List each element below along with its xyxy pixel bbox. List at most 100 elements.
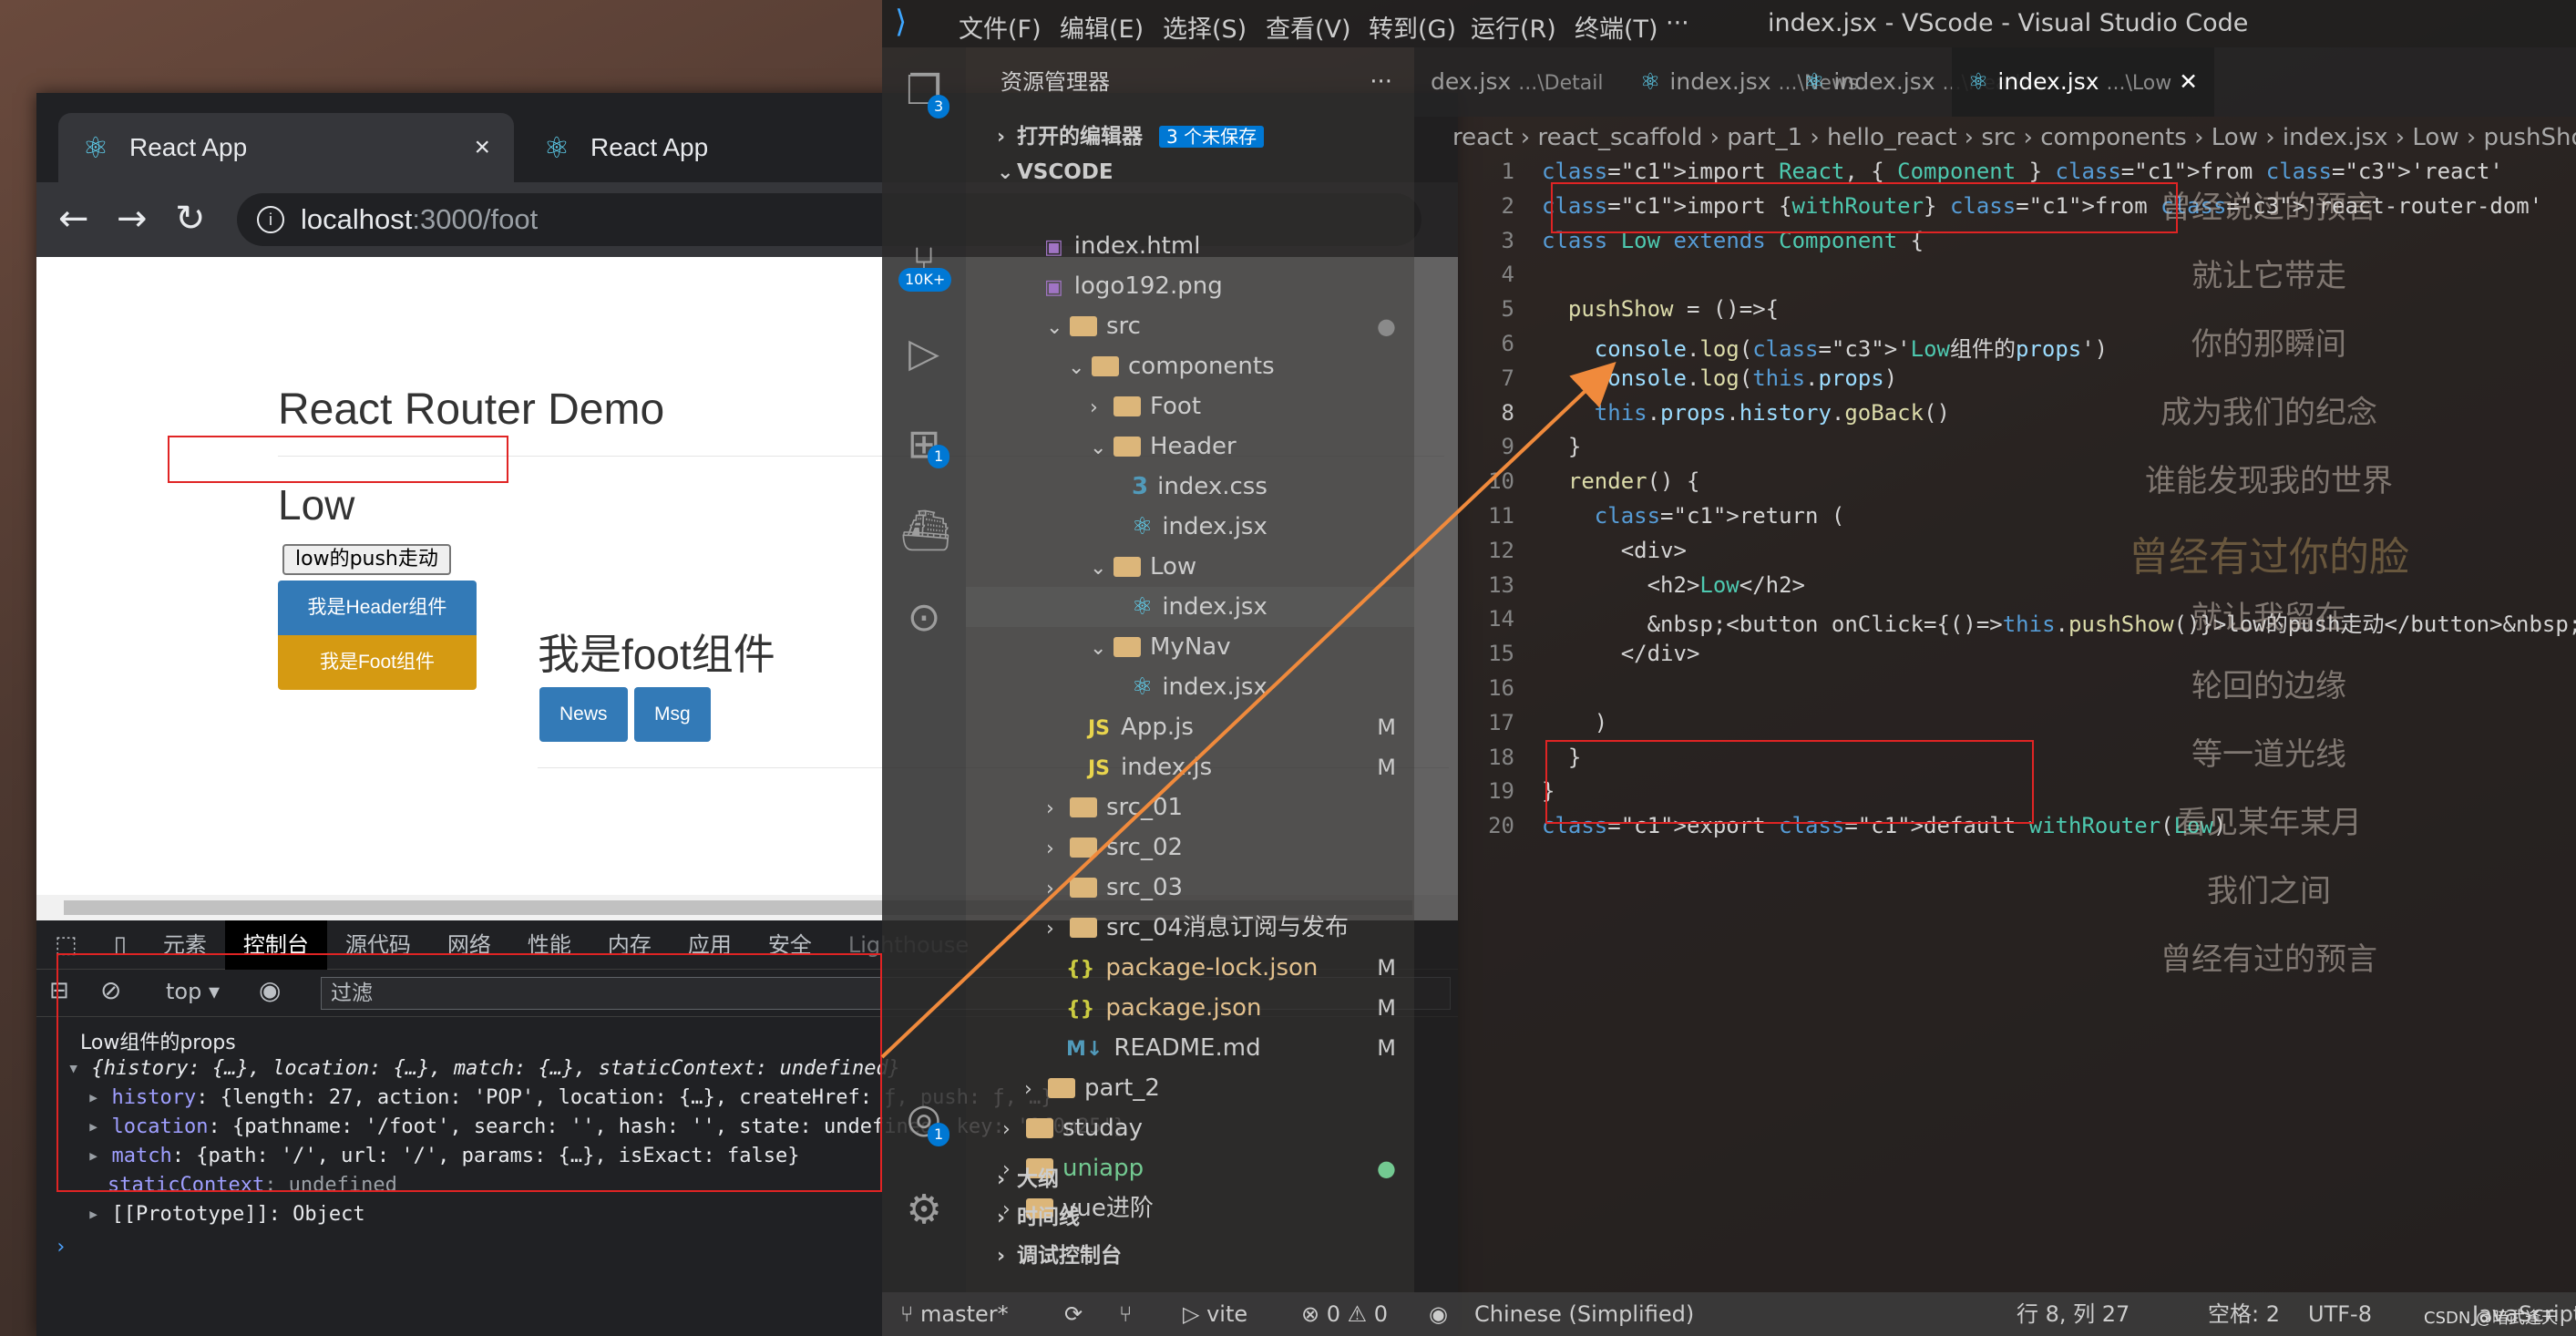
tree-file[interactable]: ⚛ index.jsx [966, 587, 1414, 627]
news-button[interactable]: News [539, 687, 628, 742]
more-actions-icon[interactable]: ··· [1370, 47, 1392, 117]
nav-item-header[interactable]: 我是Header组件 [278, 581, 477, 635]
tree-folder[interactable]: › studay [966, 1108, 1414, 1148]
modified-mark: M [1377, 755, 1396, 780]
tree-folder[interactable]: › src_04消息订阅与发布 [966, 908, 1414, 948]
tree-folder[interactable]: › src_01 [966, 787, 1414, 827]
nav-item-foot[interactable]: 我是Foot组件 [278, 635, 477, 690]
site-info-icon[interactable]: i [257, 206, 284, 233]
reload-icon[interactable]: ↻ [175, 199, 206, 239]
folder-icon [1070, 878, 1097, 898]
forward-icon[interactable]: → [117, 199, 148, 239]
code-line[interactable]: <h2>Low</h2> [1542, 572, 1805, 598]
tree-file[interactable]: ⚛ index.jsx [966, 507, 1414, 547]
editor-tab[interactable]: ⚛ index.jsx ...\Low ✕ [1952, 47, 2215, 117]
tree-item-label: index.css [1157, 473, 1267, 500]
tree-folder[interactable]: ⌄ Header [966, 426, 1414, 467]
menu-run[interactable]: 运行(R) [1471, 9, 1556, 45]
lyric-line: 我们之间 [2207, 873, 2331, 910]
code-line[interactable]: <div> [1542, 538, 1687, 563]
tree-file[interactable]: JS index.js M [966, 747, 1414, 787]
file-icon: ▣ [1044, 236, 1063, 259]
lyric-line: 曾经有过的预言 [2160, 941, 2377, 978]
code-line[interactable]: pushShow = ()=>{ [1542, 296, 1779, 322]
menu-more[interactable]: ··· [1666, 9, 1689, 37]
tree-file[interactable]: {} package.json M [966, 988, 1414, 1028]
lyric-line: 等一道光线 [2191, 736, 2346, 773]
vscode-titlebar: ⟩ 文件(F) 编辑(E) 选择(S) 查看(V) 转到(G) 运行(R) 终端… [882, 0, 2576, 47]
tree-folder[interactable]: ⌄ Low [966, 547, 1414, 587]
cursor-position-status[interactable]: 行 8, 列 27 [2017, 1292, 2130, 1336]
close-tab-icon[interactable]: × [474, 132, 490, 163]
code-line[interactable]: ) [1542, 710, 1607, 735]
tree-file[interactable]: M↓ README.md M [966, 1028, 1414, 1068]
outline-section[interactable]: › 大纲 [966, 1161, 1059, 1192]
code-line[interactable]: } [1542, 434, 1581, 459]
run-debug-icon[interactable]: ▷ [900, 330, 948, 377]
settings-gear-icon[interactable]: ⚙ [900, 1187, 948, 1234]
console-prop-prototype[interactable]: ▸ [[Prototype]]: Object [87, 1203, 365, 1226]
debug-console-section[interactable]: › 调试控制台 [966, 1238, 1122, 1269]
tree-file[interactable]: JS App.js M [966, 707, 1414, 747]
code-editor[interactable]: 1 class="c1">import React, { Component } … [1414, 159, 2576, 1161]
msg-button[interactable]: Msg [634, 687, 711, 742]
editor-tab[interactable]: dex.jsx ...\Detail [1414, 47, 1619, 117]
tree-folder[interactable]: › Foot [966, 386, 1414, 426]
menu-view[interactable]: 查看(V) [1266, 9, 1351, 45]
tree-file[interactable]: ▣ logo192.png [966, 266, 1414, 306]
close-tab-icon[interactable]: ✕ [2179, 68, 2198, 95]
git-compare-icon[interactable]: ⑂ [1119, 1292, 1132, 1336]
branch-status[interactable]: ⑂ master* [900, 1292, 1009, 1336]
modified-mark: M [1377, 955, 1396, 981]
menu-selection[interactable]: 选择(S) [1163, 9, 1247, 45]
breadcrumb[interactable]: react › react_scaffold › part_1 › hello_… [1414, 117, 2576, 159]
tree-folder[interactable]: › part_2 [966, 1068, 1414, 1108]
encoding-status[interactable]: UTF-8 [2308, 1292, 2372, 1336]
tree-folder[interactable]: ⌄ components [966, 346, 1414, 386]
tree-item-label: index.jsx [1162, 513, 1267, 540]
tree-file[interactable]: 3 index.css [966, 467, 1414, 507]
tree-file[interactable]: {} package-lock.json M [966, 948, 1414, 988]
language-pack-status[interactable]: Chinese (Simplified) [1474, 1292, 1694, 1336]
code-line[interactable]: </div> [1542, 641, 1700, 666]
menu-file[interactable]: 文件(F) [959, 9, 1042, 45]
code-line[interactable]: class="c1">import React, { Component } c… [1542, 159, 2503, 184]
tree-file[interactable]: ⚛ index.jsx [966, 667, 1414, 707]
vite-label: vite [1206, 1301, 1248, 1327]
broadcast-icon[interactable]: ◉ [1429, 1292, 1448, 1336]
open-editors-section[interactable]: › 打开的编辑器 3 个未保存 [966, 118, 1265, 149]
code-line[interactable]: this.props.history.goBack() [1542, 400, 1950, 426]
tree-item-label: src_03 [1106, 874, 1184, 901]
code-line[interactable]: console.log(class="c3">'Low组件的props') [1542, 331, 2108, 363]
menu-edit[interactable]: 编辑(E) [1060, 9, 1144, 45]
tree-file[interactable]: ▣ index.html [966, 226, 1414, 266]
console-prompt[interactable]: › [55, 1236, 67, 1259]
indent-status[interactable]: 空格: 2 [2208, 1292, 2280, 1336]
browser-tab-1[interactable]: ⚛ React App × [58, 113, 514, 182]
line-number: 5 [1501, 296, 1514, 323]
workspace-section[interactable]: ⌄ VSCODE [966, 160, 1114, 184]
folder-icon [1048, 1078, 1075, 1098]
browser-tab-2[interactable]: ⚛ React App [519, 113, 884, 182]
low-push-button[interactable]: low的push走动 [282, 544, 451, 575]
docker-icon[interactable]: ⛴ [900, 508, 951, 555]
unsaved-badge: 3 个未保存 [1159, 126, 1265, 148]
vite-status[interactable]: ▷ vite [1183, 1292, 1247, 1336]
menu-terminal[interactable]: 终端(T) [1575, 9, 1658, 45]
sync-icon[interactable]: ⟳ [1064, 1292, 1083, 1336]
git-graph-icon[interactable]: ⊙ [900, 594, 948, 642]
tree-folder[interactable]: › src_02 [966, 827, 1414, 868]
timeline-section[interactable]: › 时间线 [966, 1199, 1080, 1230]
problems-status[interactable]: ⊗ 0 ⚠ 0 [1301, 1292, 1388, 1336]
folder-icon [1114, 396, 1141, 416]
explorer-header: 资源管理器 ··· [966, 47, 1414, 117]
code-line[interactable]: class="c1">return ( [1542, 503, 1845, 529]
back-icon[interactable]: ← [58, 199, 89, 239]
code-line[interactable]: console.log(this.props) [1542, 365, 1897, 391]
js-file-icon: JS [1088, 757, 1111, 780]
tree-folder[interactable]: ⌄ MyNav [966, 627, 1414, 667]
tree-folder[interactable]: › src_03 [966, 868, 1414, 908]
tree-folder[interactable]: ⌄ src ● [966, 306, 1414, 346]
menu-go[interactable]: 转到(G) [1369, 9, 1456, 45]
code-line[interactable]: render() { [1542, 468, 1700, 494]
